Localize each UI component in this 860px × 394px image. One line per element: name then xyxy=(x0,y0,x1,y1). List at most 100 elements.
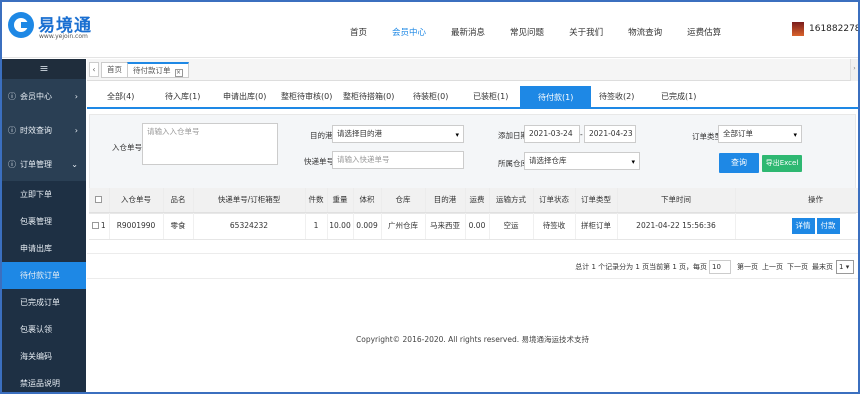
warehouse-select[interactable]: 请选择仓库 ▾ xyxy=(524,152,640,170)
date-to-input[interactable]: 2021-04-23 xyxy=(584,125,636,143)
tab-container-review[interactable]: 整柜待审核(0) xyxy=(281,88,332,109)
tab-next-button[interactable]: › xyxy=(850,59,858,81)
table-header-row: 入仓单号 品名 快递单号/订柜箱型 件数 重量 体积 仓库 目的港 运费 运输方… xyxy=(89,188,858,213)
column-header: 订单状态 xyxy=(533,188,576,213)
last-page-link[interactable]: 最末页 xyxy=(812,262,833,272)
prev-page-link[interactable]: 上一页 xyxy=(762,262,783,272)
cell-dest: 马来西亚 xyxy=(425,212,466,240)
sidebar-item-packages[interactable]: 包裹管理 xyxy=(2,208,86,235)
tab-awaiting-receipt[interactable]: 待签收(2) xyxy=(599,88,634,109)
cell-weight: 10.00 xyxy=(327,212,354,240)
dest-port-value: 请选择目的港 xyxy=(337,129,382,138)
sidebar-group-label: 会员中心 xyxy=(20,91,52,101)
nav-member-center[interactable]: 会员中心 xyxy=(392,26,426,38)
column-header: 重量 xyxy=(327,188,354,213)
row-select-cell: 1 xyxy=(89,212,110,240)
order-type-select[interactable]: 全部订单 ▾ xyxy=(718,125,802,143)
nav-tracking[interactable]: 物流查询 xyxy=(628,26,662,38)
cell-actions: 详情 付款 xyxy=(735,212,858,240)
pagination-bar: 总计 1 个记录分为 1 页当前第 1 页，每页 10 第一页 上一页 下一页 … xyxy=(575,260,854,274)
cell-inbound-no: R9001990 xyxy=(109,212,164,240)
cell-qty: 1 xyxy=(305,212,328,240)
user-menu[interactable]: 1618822780 xyxy=(792,22,858,36)
column-header: 下单时间 xyxy=(617,188,736,213)
tab-awaiting-loading[interactable]: 待装柜(0) xyxy=(413,88,448,109)
tab-awaiting-inbound[interactable]: 待入库(1) xyxy=(165,88,200,109)
tab-pending-payment[interactable]: 待付款订单 × xyxy=(127,62,189,78)
dest-port-label: 目的港 xyxy=(310,131,333,140)
sidebar-submenu: 立即下单 包裹管理 申请出库 待付款订单 已完成订单 包裹认领 海关编码 禁运品… xyxy=(2,181,86,392)
order-status-tabs: 全部(4) 待入库(1) 申请出库(0) 整柜待审核(0) 整柜待搭箱(0) 待… xyxy=(87,82,858,109)
avatar xyxy=(792,22,804,36)
caret-down-icon: ▾ xyxy=(455,131,459,139)
logo-url: www.yejoin.com xyxy=(39,33,88,40)
tab-outbound-request[interactable]: 申请出库(0) xyxy=(223,88,266,109)
sidebar-group-timeliness[interactable]: ⓘ 时效查询 › xyxy=(2,113,86,147)
tab-home[interactable]: 首页 xyxy=(101,62,128,78)
column-header: 快递单号/订柜箱型 xyxy=(193,188,306,213)
detail-button[interactable]: 详情 xyxy=(791,217,815,234)
info-circle-icon: ⓘ xyxy=(8,91,16,101)
checkbox[interactable] xyxy=(95,196,103,204)
nav-home[interactable]: 首页 xyxy=(350,26,367,38)
site-logo[interactable]: 易境通 www.yejoin.com xyxy=(8,10,98,44)
column-header: 运费 xyxy=(465,188,490,213)
pagination: 总计 1 个记录分为 1 页当前第 1 页，每页 10 第一页 上一页 下一页 … xyxy=(87,253,858,279)
column-header: 订单类型 xyxy=(575,188,618,213)
sidebar-group-label: 订单管理 xyxy=(20,159,52,169)
next-page-link[interactable]: 下一页 xyxy=(787,262,808,272)
column-header: 件数 xyxy=(305,188,328,213)
pay-button[interactable]: 付款 xyxy=(816,217,840,234)
express-no-input[interactable]: 请输入快递单号 xyxy=(332,151,464,169)
column-header: 目的港 xyxy=(425,188,466,213)
dest-port-select[interactable]: 请选择目的港 ▾ xyxy=(332,125,464,143)
search-button[interactable]: 查询 xyxy=(719,153,759,173)
warehouse-value: 请选择仓库 xyxy=(529,156,567,165)
sidebar-group-orders[interactable]: ⓘ 订单管理 ⌄ xyxy=(2,147,86,181)
select-all-header[interactable] xyxy=(89,188,110,213)
app-window: 易境通 www.yejoin.com 首页 会员中心 最新消息 常见问题 关于我… xyxy=(0,0,860,394)
tab-awaiting-payment[interactable]: 待付款(1) xyxy=(520,86,592,109)
caret-down-icon: ▾ xyxy=(793,131,797,139)
page-tabbar: ‹ 首页 待付款订单 × xyxy=(87,59,858,81)
nav-about[interactable]: 关于我们 xyxy=(569,26,603,38)
tab-loaded[interactable]: 已装柜(1) xyxy=(473,88,508,109)
chevron-right-icon: › xyxy=(74,125,78,135)
info-circle-icon: ⓘ xyxy=(8,125,16,135)
inbound-no-input[interactable]: 请输入入仓单号 xyxy=(142,123,278,165)
close-icon[interactable]: × xyxy=(174,69,183,77)
menu-toggle-icon[interactable]: ≡ xyxy=(2,59,86,79)
page-select[interactable]: 1 ▾ xyxy=(836,260,854,274)
column-header: 仓库 xyxy=(381,188,426,213)
column-header: 体积 xyxy=(353,188,382,213)
caret-down-icon: ▾ xyxy=(631,158,635,166)
orders-table: 入仓单号 品名 快递单号/订柜箱型 件数 重量 体积 仓库 目的港 运费 运输方… xyxy=(89,188,858,240)
sidebar-group-label: 时效查询 xyxy=(20,125,52,135)
main-content: 全部(4) 待入库(1) 申请出库(0) 整柜待审核(0) 整柜待搭箱(0) 待… xyxy=(87,82,858,392)
sidebar-item-place-order[interactable]: 立即下单 xyxy=(2,181,86,208)
nav-news[interactable]: 最新消息 xyxy=(451,26,485,38)
tab-container-matching[interactable]: 整柜待搭箱(0) xyxy=(343,88,394,109)
sidebar-item-prohibited-items[interactable]: 禁运品说明 xyxy=(2,370,86,392)
cell-product: 零食 xyxy=(163,212,194,240)
sidebar-group-member-center[interactable]: ⓘ 会员中心 › xyxy=(2,79,86,113)
sidebar-item-hs-codes[interactable]: 海关编码 xyxy=(2,343,86,370)
tab-prev-button[interactable]: ‹ xyxy=(89,62,99,77)
export-excel-button[interactable]: 导出Excel xyxy=(762,155,802,172)
nav-faq[interactable]: 常见问题 xyxy=(510,26,544,38)
tab-completed[interactable]: 已完成(1) xyxy=(661,88,696,109)
sidebar-item-pending-payment[interactable]: 待付款订单 xyxy=(2,262,86,289)
tab-all[interactable]: 全部(4) xyxy=(107,88,134,109)
chevron-down-icon: ⌄ xyxy=(71,159,78,169)
first-page-link[interactable]: 第一页 xyxy=(737,262,758,272)
row-index: 1 xyxy=(100,221,106,230)
date-from-input[interactable]: 2021-03-24 xyxy=(524,125,580,143)
date-separator: - xyxy=(580,130,583,139)
cell-transport: 空运 xyxy=(489,212,534,240)
row-checkbox[interactable] xyxy=(91,222,99,229)
sidebar-item-completed-orders[interactable]: 已完成订单 xyxy=(2,289,86,316)
per-page-input[interactable]: 10 xyxy=(709,260,731,274)
nav-freight-estimate[interactable]: 运费估算 xyxy=(687,26,721,38)
sidebar-item-package-claim[interactable]: 包裹认领 xyxy=(2,316,86,343)
sidebar-item-outbound-request[interactable]: 申请出库 xyxy=(2,235,86,262)
